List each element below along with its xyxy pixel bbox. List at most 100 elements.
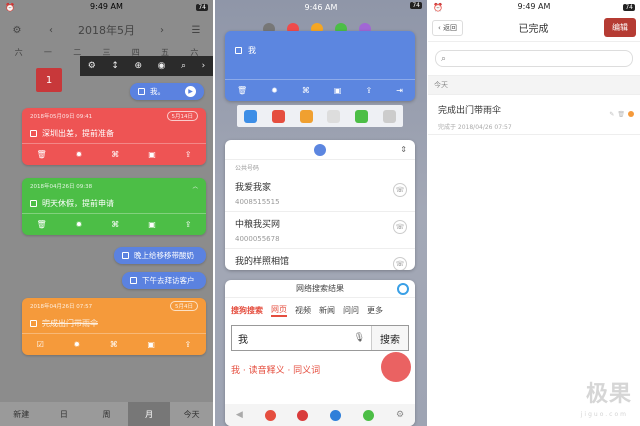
- back-button[interactable]: ‹ 返回: [432, 19, 464, 36]
- gear-icon[interactable]: ⚙: [88, 61, 96, 71]
- tab-new[interactable]: 新建: [0, 402, 43, 426]
- tab-today[interactable]: 今天: [170, 402, 213, 426]
- attach-icon[interactable]: ⌘: [111, 150, 119, 159]
- floating-toolbar: ⚙ ↕ ⊕ ◉ ⌕ ›: [80, 56, 213, 76]
- completed-item[interactable]: 完成出门带雨伞 完成于 2018/04/26 07:57 ✎ 🗑: [428, 95, 640, 135]
- checkbox[interactable]: [122, 252, 129, 259]
- search-button[interactable]: 搜索: [371, 326, 408, 350]
- weibo-icon[interactable]: [271, 109, 285, 123]
- checkbox[interactable]: [30, 129, 37, 137]
- attach-icon[interactable]: ⌘: [111, 220, 119, 229]
- share-icon[interactable]: ⇪: [185, 220, 192, 229]
- wechat-icon[interactable]: [363, 409, 375, 421]
- note-card-green[interactable]: 2018年04月26日 09:38 ︿ 明天休假，提前申请 🗑 ✹ ⌘ ▣ ⇪: [22, 178, 206, 235]
- checkbox[interactable]: [30, 199, 37, 207]
- bing-icon[interactable]: [330, 409, 342, 421]
- baidu-icon[interactable]: [297, 409, 309, 421]
- chevron-left-icon[interactable]: ‹: [44, 23, 58, 37]
- search-icon[interactable]: ⌕: [181, 61, 186, 71]
- tab-month[interactable]: 月: [127, 402, 171, 426]
- checkbox[interactable]: [235, 47, 242, 54]
- calendar-day-today[interactable]: 1: [36, 68, 62, 92]
- tab-video[interactable]: 视频: [295, 305, 311, 316]
- note-pill-afternoon[interactable]: 下午去拜访客户: [122, 272, 206, 289]
- calendar-icon[interactable]: ▣: [147, 340, 155, 349]
- blue-note-card[interactable]: 我 🗑 ✹ ⌘ ▣ ⇪ ⇥: [225, 31, 415, 101]
- checkbox[interactable]: [138, 88, 145, 95]
- eye-icon[interactable]: ◉: [158, 61, 166, 71]
- tab-web[interactable]: 网页: [271, 304, 287, 317]
- contact-row[interactable]: 我的样照相馆 ☏: [225, 249, 415, 270]
- calendar-icon[interactable]: ▣: [148, 220, 156, 229]
- checkmark-icon[interactable]: ☑: [37, 340, 44, 349]
- edit-icon[interactable]: ✎: [609, 111, 614, 118]
- trash-icon[interactable]: 🗑: [36, 150, 46, 159]
- tab-more[interactable]: 更多: [367, 305, 383, 316]
- share-icon[interactable]: ⇪: [365, 86, 372, 95]
- app-shortcut-row: [237, 105, 403, 127]
- chevron-right-icon[interactable]: ›: [155, 23, 169, 37]
- chevron-up-icon[interactable]: ︿: [192, 182, 198, 190]
- search-input[interactable]: 我: [232, 331, 348, 346]
- expand-icon[interactable]: ⇕: [400, 145, 407, 154]
- contact-phone: 4008515515: [235, 198, 280, 206]
- trash-icon[interactable]: 🗑: [237, 86, 247, 95]
- calendar-icon[interactable]: ▣: [334, 86, 342, 95]
- more-icon[interactable]: [382, 109, 396, 123]
- trash-icon[interactable]: 🗑: [617, 111, 625, 118]
- exit-icon[interactable]: ⇥: [396, 86, 403, 95]
- sun-icon[interactable]: ✹: [76, 220, 83, 229]
- trash-icon[interactable]: 🗑: [36, 220, 46, 229]
- note-pill-night[interactable]: 晚上给移移带酸奶: [114, 247, 206, 264]
- floating-assist-icon[interactable]: [381, 352, 411, 382]
- tab-week[interactable]: 周: [85, 402, 128, 426]
- chevron-right-icon[interactable]: ›: [202, 61, 206, 71]
- search-tabs: 搜狗搜索 网页 视频 新闻 问问 更多: [225, 298, 415, 319]
- calendar-icon[interactable]: [327, 109, 341, 123]
- send-icon[interactable]: [244, 109, 258, 123]
- gear-icon[interactable]: ⚙: [10, 23, 24, 37]
- web-search-card: 网络搜索结果 搜狗搜索 网页 视频 新闻 问问 更多 我 🎙 搜索 我 · 读音…: [225, 280, 415, 426]
- plus-icon[interactable]: ⊕: [134, 61, 142, 71]
- note-card-orange[interactable]: 2018年04月26日 07:57 5月4日 完成出门带雨伞 ☑ ✹ ⌘ ▣ ⇪: [22, 298, 206, 355]
- contact-row[interactable]: 我爱我家 4008515515 ☏: [225, 175, 415, 212]
- tab-day[interactable]: 日: [43, 402, 86, 426]
- note-icon[interactable]: [299, 109, 313, 123]
- sun-icon[interactable]: ✹: [76, 150, 83, 159]
- page-title: 已完成: [518, 24, 549, 35]
- section-header: 今天: [428, 75, 640, 95]
- note-meta-row: 2018年04月26日 09:38 ︿: [22, 178, 206, 193]
- updown-icon[interactable]: ↕: [111, 61, 119, 71]
- tab-ask[interactable]: 问问: [343, 305, 359, 316]
- calendar-icon[interactable]: ▣: [148, 150, 156, 159]
- phone-icon[interactable]: ☏: [393, 220, 407, 234]
- share-icon[interactable]: ⇪: [185, 150, 192, 159]
- checkbox[interactable]: [130, 277, 137, 284]
- gear-icon[interactable]: ⚙: [396, 410, 404, 420]
- note-text: 完成出门带雨伞: [42, 318, 98, 328]
- blue-card-body: 我: [225, 31, 415, 56]
- back-arrow-icon[interactable]: ◀: [236, 410, 243, 420]
- wechat-icon[interactable]: [354, 109, 368, 123]
- note-card-red[interactable]: 2018年05月09日 09:41 5月14日 深圳出差，提前准备 🗑 ✹ ⌘ …: [22, 108, 206, 165]
- tab-news[interactable]: 新闻: [319, 305, 335, 316]
- attach-icon[interactable]: ⌘: [302, 86, 310, 95]
- search-panel: 9:46 AM 74 我 🗑 ✹ ⌘ ▣ ⇪ ⇥ ⇕ 公共号码 我爱我家 400…: [215, 0, 427, 426]
- phone-icon[interactable]: ☏: [393, 183, 407, 197]
- edit-button[interactable]: 编辑: [604, 18, 636, 37]
- search-input[interactable]: ⌕: [435, 50, 633, 67]
- note-pill-me[interactable]: 我。 ▶: [130, 83, 204, 100]
- checkbox[interactable]: [30, 319, 37, 327]
- refresh-icon[interactable]: [397, 282, 409, 295]
- attach-icon[interactable]: ⌘: [110, 340, 118, 349]
- sogou-icon[interactable]: [264, 409, 276, 421]
- weekday-label: 一: [43, 47, 52, 57]
- sun-icon[interactable]: ✹: [271, 86, 278, 95]
- phone-icon[interactable]: ☏: [393, 257, 407, 270]
- menu-icon[interactable]: ☰: [189, 23, 203, 37]
- play-icon[interactable]: ▶: [185, 86, 196, 97]
- share-icon[interactable]: ⇪: [184, 340, 191, 349]
- contact-row[interactable]: 中粮我买网 4000055678 ☏: [225, 212, 415, 249]
- sun-icon[interactable]: ✹: [74, 340, 81, 349]
- microphone-icon[interactable]: 🎙: [348, 333, 371, 343]
